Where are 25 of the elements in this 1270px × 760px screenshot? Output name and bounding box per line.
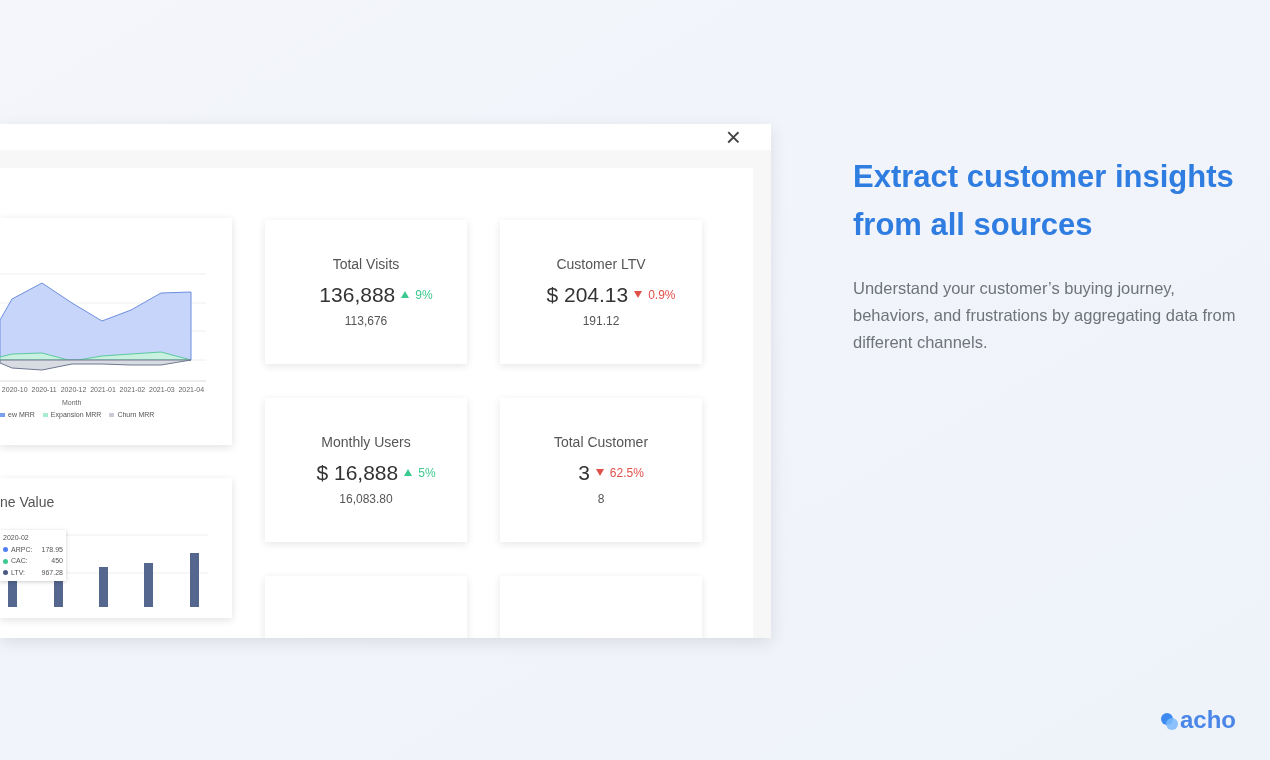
kpi-value: $ 16,888: [316, 459, 399, 486]
description: Understand your customer’s buying journey, behaviors, and frustrations by aggregating data from different channels.: [853, 278, 1237, 353]
logo-icon: [1160, 712, 1180, 732]
logo-text: acho: [1180, 708, 1236, 732]
headline: Extract customer insights from all sources: [853, 158, 1235, 244]
kpi-change: 5%: [418, 464, 436, 482]
chart-title: ne Value: [0, 493, 56, 512]
chart-bar: [144, 563, 153, 607]
kpi-previous: 191.12: [582, 313, 620, 331]
kpi-label: Customer LTV: [556, 254, 646, 274]
close-button[interactable]: ×: [725, 124, 741, 150]
kpi-previous: 8: [597, 491, 605, 509]
chart-bar: [99, 567, 108, 607]
kpi-value: $ 204.13: [546, 281, 629, 308]
kpi-change: 0.9%: [648, 286, 676, 304]
kpi-previous: 16,083.80: [339, 491, 393, 509]
kpi-value: 3: [578, 459, 590, 486]
kpi-change: 62.5%: [609, 464, 644, 482]
kpi-label: Total Visits: [332, 254, 400, 274]
kpi-value: 136,888: [319, 281, 396, 308]
kpi-previous: 113,676: [344, 313, 388, 331]
kpi-change: 9%: [415, 286, 433, 304]
kpi-label: Monthly Users: [321, 432, 411, 452]
chart-bar: [190, 553, 199, 607]
kpi-label: Total Customer: [553, 432, 649, 452]
